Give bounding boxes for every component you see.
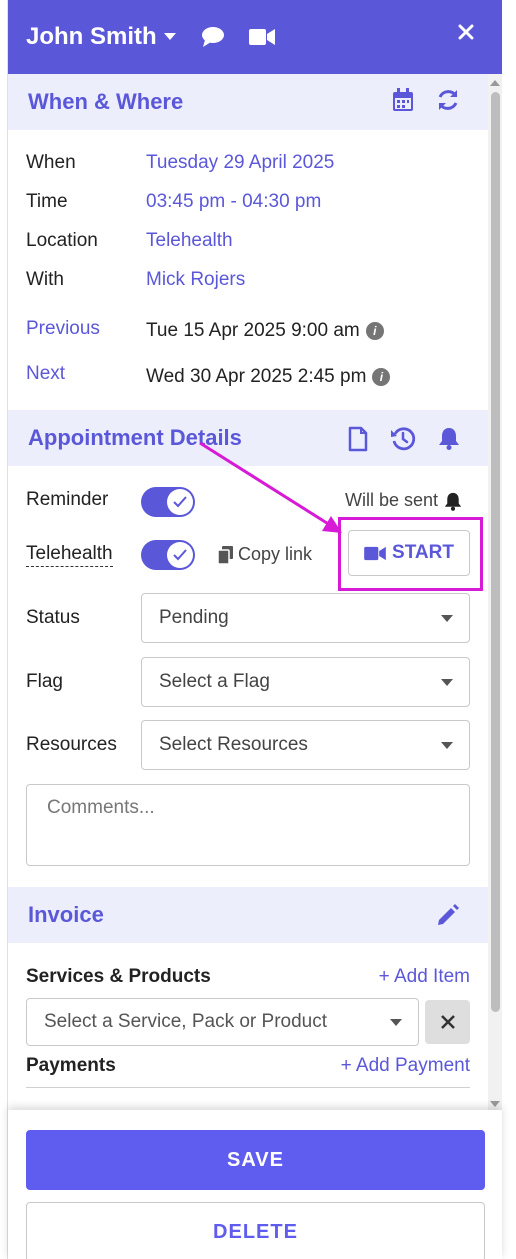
footer-actions: SAVE DELETE [8, 1110, 502, 1259]
save-button[interactable]: SAVE [26, 1130, 485, 1190]
delete-button[interactable]: DELETE [26, 1202, 485, 1259]
annotation-arrow [199, 441, 342, 533]
